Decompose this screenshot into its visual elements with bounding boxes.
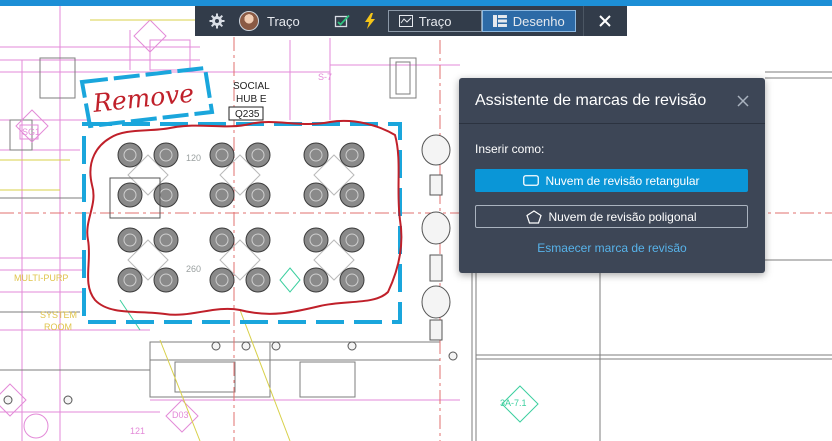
chair	[117, 267, 143, 293]
tab-trace[interactable]: Traço	[387, 10, 482, 32]
gear-icon[interactable]	[201, 6, 233, 36]
user-avatar[interactable]	[239, 11, 259, 31]
tag-s-7: S-7	[318, 72, 332, 82]
chair	[209, 267, 235, 293]
panel-header: Assistente de marcas de revisão	[459, 78, 765, 124]
trace-tab-icon	[398, 15, 413, 27]
chair	[245, 267, 271, 293]
panel-close-icon[interactable]	[735, 93, 751, 109]
tag-121: 121	[130, 426, 145, 436]
markup-check-icon[interactable]	[330, 6, 354, 36]
close-icon[interactable]	[584, 6, 626, 36]
fade-markup-link[interactable]: Esmaecer marca de revisão	[459, 241, 765, 255]
chair	[339, 142, 365, 168]
panel-title: Assistente de marcas de revisão	[475, 91, 707, 109]
rect-cloud-button[interactable]: Nuvem de revisão retangular	[475, 169, 748, 192]
room-name-line1: SOCIAL	[233, 81, 270, 92]
chair	[153, 267, 179, 293]
chair	[303, 267, 329, 293]
room-name-line2: HUB E	[236, 94, 267, 105]
chair	[153, 182, 179, 208]
revision-assistant-panel: Assistente de marcas de revisão Inserir …	[459, 78, 765, 273]
chair	[339, 182, 365, 208]
tag-120: 120	[186, 153, 201, 163]
tag-system: SYSTEM	[40, 310, 77, 320]
chair	[245, 227, 271, 253]
drawing-tab-icon	[492, 15, 507, 27]
rect-cloud-button-label: Nuvem de revisão retangular	[545, 173, 700, 188]
markup-toolbar: Traço Traço Desenho	[195, 6, 627, 36]
tag-d03: D03	[172, 410, 189, 420]
rect-cloud-icon	[523, 175, 540, 186]
chair	[245, 182, 271, 208]
chair	[339, 267, 365, 293]
room-number: Q235	[235, 109, 260, 120]
tag-room: ROOM	[44, 322, 72, 332]
tab-trace-label: Traço	[418, 13, 452, 29]
tab-drawing[interactable]: Desenho	[481, 10, 576, 32]
chair	[303, 227, 329, 253]
chair	[303, 182, 329, 208]
tag-sg1: SG1	[22, 127, 40, 137]
tab-drawing-label: Desenho	[512, 13, 565, 29]
chair	[209, 182, 235, 208]
chair	[209, 227, 235, 253]
chair	[117, 182, 143, 208]
chair	[117, 142, 143, 168]
chair	[245, 142, 271, 168]
chair	[209, 142, 235, 168]
poly-cloud-icon	[526, 209, 543, 224]
chair	[117, 227, 143, 253]
chair	[303, 142, 329, 168]
tag-260: 260	[186, 264, 201, 274]
tag-multi-purpose: MULTI-PURP	[14, 273, 68, 283]
poly-cloud-button[interactable]: Nuvem de revisão poligonal	[475, 205, 748, 228]
lightning-icon[interactable]	[358, 6, 382, 36]
user-trace-label[interactable]: Traço	[267, 14, 300, 29]
chair	[153, 227, 179, 253]
poly-cloud-button-label: Nuvem de revisão poligonal	[548, 209, 697, 224]
chair	[153, 142, 179, 168]
insert-as-label: Inserir como:	[475, 142, 545, 156]
chair	[339, 227, 365, 253]
